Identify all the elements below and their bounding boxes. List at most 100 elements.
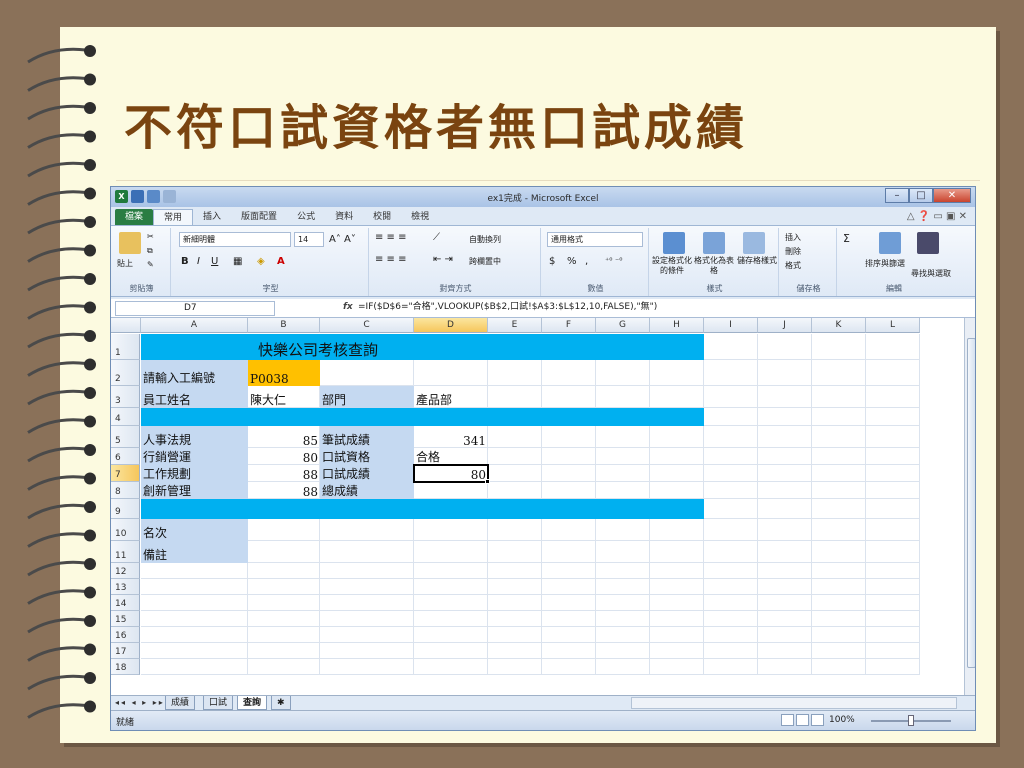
column-header-J[interactable]: J — [758, 318, 812, 333]
row-header-8[interactable]: 8 — [111, 482, 140, 499]
column-header-D[interactable]: D — [414, 318, 488, 333]
decimal-icon[interactable]: ⁺⁰ ⁻⁰ — [605, 256, 622, 265]
tab-0[interactable]: 檔案 — [115, 209, 154, 225]
cell-c3[interactable]: 部門 — [320, 386, 414, 408]
row-header-18[interactable]: 18 — [111, 659, 140, 675]
orientation-icon[interactable]: ⟋ — [433, 232, 440, 243]
italic-button[interactable]: I — [197, 256, 200, 267]
row-header-7[interactable]: 7 — [111, 465, 140, 482]
paste-button[interactable]: 貼上 — [117, 258, 133, 269]
cell-a2[interactable]: 請輸入工編號 — [141, 360, 248, 386]
cell-b5[interactable]: 85 — [248, 426, 320, 448]
row-header-11[interactable]: 11 — [111, 541, 140, 563]
vertical-scrollbar[interactable] — [964, 318, 975, 695]
select-all-corner[interactable] — [111, 318, 141, 333]
cell-a7[interactable]: 工作規劃 — [141, 465, 248, 482]
sheet-tab-0[interactable]: 成績 — [165, 696, 196, 710]
font-name-select[interactable]: 新細明體 — [179, 232, 291, 247]
tab-2[interactable]: 插入 — [193, 209, 231, 225]
paste-icon[interactable] — [119, 232, 141, 254]
column-header-G[interactable]: G — [596, 318, 650, 333]
worksheet-grid[interactable]: A B C D E F G H I J K L 1 2 3 4 5 6 7 8 9 10 11 12 13 14 15 16 17 18 快… — [111, 318, 964, 695]
row-header-2[interactable]: 2 — [111, 360, 140, 386]
cell-a10[interactable]: 名次 — [141, 519, 248, 541]
page-break-icon[interactable] — [811, 714, 824, 726]
column-header-F[interactable]: F — [542, 318, 596, 333]
cell-b6[interactable]: 80 — [248, 448, 320, 465]
indent-icon[interactable]: ⇤ ⇥ — [433, 254, 453, 265]
row-header-12[interactable]: 12 — [111, 563, 140, 579]
cell-styles-icon[interactable] — [743, 232, 765, 254]
cell-a6[interactable]: 行銷營運 — [141, 448, 248, 465]
normal-view-icon[interactable] — [781, 714, 794, 726]
column-header-A[interactable]: A — [141, 318, 248, 333]
cell-d6[interactable]: 合格 — [414, 448, 488, 465]
cell-c7[interactable]: 口試成績 — [320, 465, 414, 482]
row-header-9[interactable]: 9 — [111, 499, 140, 519]
maximize-icon[interactable]: □ — [909, 188, 933, 203]
cell-a8[interactable]: 創新管理 — [141, 482, 248, 499]
tab-3[interactable]: 版面配置 — [231, 209, 287, 225]
cell-d3[interactable]: 產品部 — [414, 386, 488, 408]
formula-input[interactable]: =IF($D$6="合格",VLOOKUP($B$2,口試!$A$3:$L$12… — [356, 301, 964, 316]
row-header-14[interactable]: 14 — [111, 595, 140, 611]
zoom-slider-knob[interactable] — [908, 715, 914, 726]
tab-5[interactable]: 資料 — [325, 209, 363, 225]
sort-filter-button[interactable]: 排序與篩選 — [865, 258, 905, 269]
format-as-table-button[interactable]: 格式化為表格 — [693, 256, 735, 276]
row-header-13[interactable]: 13 — [111, 579, 140, 595]
currency-button[interactable]: $ — [549, 256, 555, 267]
sort-filter-icon[interactable] — [879, 232, 901, 254]
row-header-1[interactable]: 1 — [111, 334, 140, 360]
sheet-tab-2[interactable]: 查詢 — [237, 696, 268, 710]
delete-cells-button[interactable]: 刪除 — [785, 246, 801, 257]
cell-a5[interactable]: 人事法規 — [141, 426, 248, 448]
row-header-16[interactable]: 16 — [111, 627, 140, 643]
cell-b7[interactable]: 88 — [248, 465, 320, 482]
help-icon[interactable]: △ ❓ ▭ ▣ ✕ — [907, 211, 967, 222]
column-header-E[interactable]: E — [488, 318, 542, 333]
tab-1[interactable]: 常用 — [153, 209, 194, 225]
find-select-icon[interactable] — [917, 232, 939, 254]
format-painter-icon[interactable]: ✎ — [147, 260, 154, 269]
align-left-icon[interactable]: ≡ ≡ ≡ — [375, 254, 407, 265]
column-header-I[interactable]: I — [704, 318, 758, 333]
row-header-4[interactable]: 4 — [111, 408, 140, 426]
vertical-scroll-thumb[interactable] — [967, 338, 975, 668]
conditional-format-icon[interactable] — [663, 232, 685, 254]
merge-center-button[interactable]: 跨欄置中 — [469, 256, 501, 267]
cell-c6[interactable]: 口試資格 — [320, 448, 414, 465]
font-color-icon[interactable]: A — [277, 256, 285, 267]
wrap-text-button[interactable]: 自動換列 — [469, 234, 501, 245]
fill-color-icon[interactable]: ◈ — [257, 256, 265, 267]
cell-c8[interactable]: 總成績 — [320, 482, 414, 499]
cell-a3[interactable]: 員工姓名 — [141, 386, 248, 408]
tab-7[interactable]: 檢視 — [401, 209, 439, 225]
number-format-select[interactable]: 通用格式 — [547, 232, 643, 247]
column-header-B[interactable]: B — [248, 318, 320, 333]
insert-cells-button[interactable]: 插入 — [785, 232, 801, 243]
align-top-icon[interactable]: ≡ ≡ ≡ — [375, 232, 407, 243]
column-header-K[interactable]: K — [812, 318, 866, 333]
format-cells-button[interactable]: 格式 — [785, 260, 801, 271]
cell-b3[interactable]: 陳大仁 — [248, 386, 320, 408]
tab-4[interactable]: 公式 — [287, 209, 325, 225]
row-header-17[interactable]: 17 — [111, 643, 140, 659]
grow-font-icon[interactable]: A˄ A˅ — [329, 234, 356, 245]
format-as-table-icon[interactable] — [703, 232, 725, 254]
cell-b2[interactable]: P0038 — [248, 360, 320, 386]
insert-sheet-icon[interactable]: ✱ — [271, 696, 291, 710]
fill-handle[interactable] — [485, 479, 490, 484]
tab-6[interactable]: 校閱 — [363, 209, 401, 225]
cell-a11[interactable]: 備註 — [141, 541, 248, 563]
copy-icon[interactable]: ⧉ — [147, 246, 153, 256]
cell-b1[interactable]: 快樂公司考核查詢 — [248, 334, 488, 360]
name-box[interactable]: D7 — [115, 301, 275, 316]
cut-icon[interactable]: ✂ — [147, 232, 154, 241]
horizontal-scrollbar[interactable] — [631, 697, 957, 709]
sheet-tab-1[interactable]: 口試 — [203, 696, 234, 710]
column-header-H[interactable]: H — [650, 318, 704, 333]
autosum-icon[interactable]: Σ — [843, 232, 850, 245]
conditional-format-button[interactable]: 設定格式化的條件 — [651, 256, 693, 276]
close-icon[interactable]: ✕ — [933, 188, 971, 203]
